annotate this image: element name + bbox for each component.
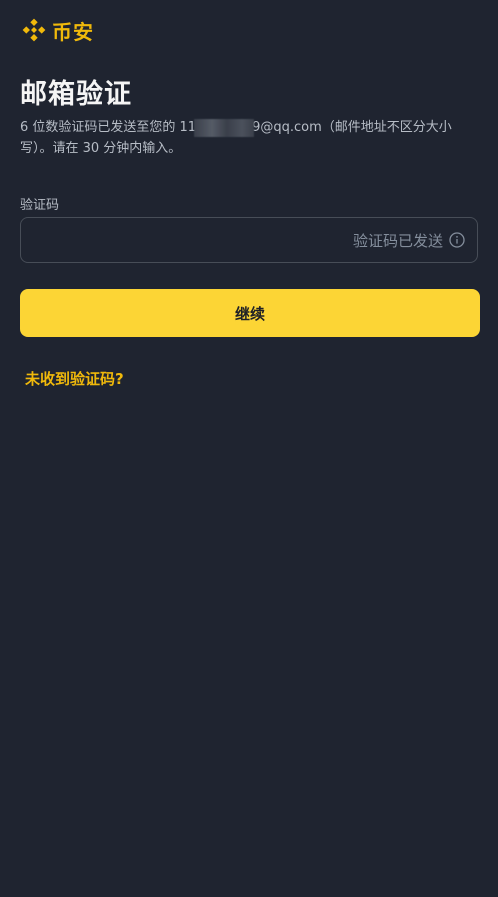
brand-logo[interactable]: 币安	[20, 15, 94, 45]
resend-code-link[interactable]: 未收到验证码?	[25, 368, 124, 389]
verification-description: 6 位数验证码已发送至您的 11 9@qq.com（邮件地址不区分大小写）。请在 …	[20, 117, 470, 159]
email-verification-page: 币安 邮箱验证 6 位数验证码已发送至您的 11 9@qq.com（邮件地址不区分…	[0, 0, 498, 897]
continue-button[interactable]: 继续	[20, 289, 480, 337]
masked-email-segment	[194, 118, 255, 137]
page-title: 邮箱验证	[20, 79, 132, 110]
code-input-container[interactable]: 验证码已发送	[20, 217, 478, 263]
brand-name: 币安	[52, 19, 94, 44]
description-prefix: 6 位数验证码已发送至您的 11	[20, 120, 197, 135]
info-circle-icon[interactable]	[449, 232, 465, 248]
binance-logo-icon	[20, 16, 48, 44]
code-field-label: 验证码	[20, 198, 60, 213]
code-sent-status: 验证码已发送	[352, 231, 443, 250]
